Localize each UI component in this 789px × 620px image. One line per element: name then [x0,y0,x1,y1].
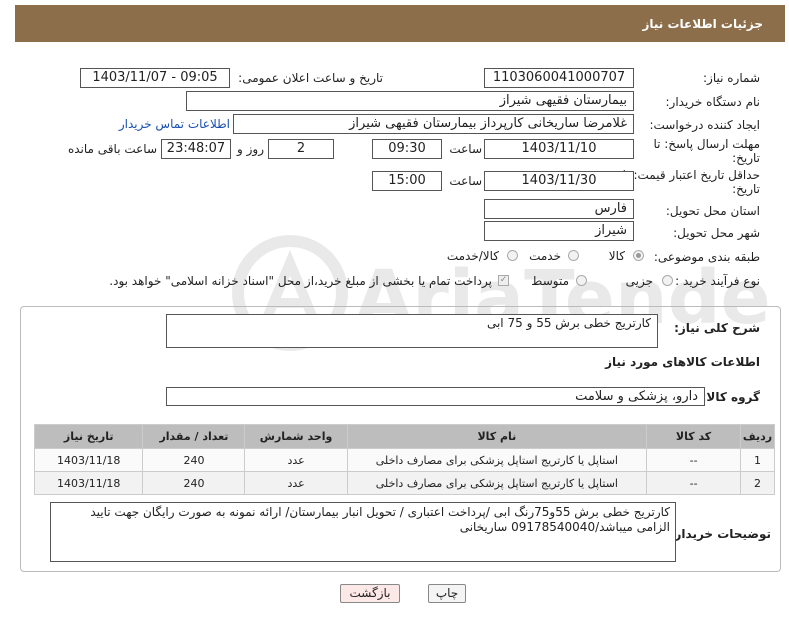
process-radio-medium[interactable] [576,275,587,286]
time-remaining-field: 23:48:07 [161,139,231,159]
cell-quantity: 240 [142,448,246,472]
process-option-minor: جزیی [625,274,653,288]
province-label: استان محل تحویل: [665,204,760,218]
need-number-field: 1103060041000707 [484,68,634,88]
page-header: جزئیات اطلاعات نیاز [15,5,785,42]
creator-label: ایجاد کننده درخواست: [649,118,760,132]
category-radio-service[interactable] [568,250,579,261]
validity-time-label: ساعت [449,174,482,188]
group-label: گروه کالا: [701,390,760,404]
back-button[interactable]: بازگشت [340,584,400,603]
process-label: نوع فرآیند خرید : [675,274,760,288]
city-label: شهر محل تحویل: [673,226,760,240]
buyer-field: بیمارستان فقیهی شیراز [186,91,634,111]
cell-row-number: 1 [740,448,775,472]
cell-name: استاپل یا کارتریج استاپل پزشکی برای مصار… [346,448,648,472]
col-header-code: کد کالا [646,424,742,449]
buyer-label: نام دستگاه خریدار: [665,95,761,109]
validity-time-field: 15:00 [372,171,442,191]
notes-textarea[interactable]: کارتریج خطی برش 55و75رنگ ابی /پرداخت اعت… [50,502,676,562]
cell-code: -- [646,448,742,472]
category-radio-goods[interactable] [633,250,644,261]
announce-label: تاریخ و ساعت اعلان عمومی: [238,71,383,85]
category-option-service: خدمت [529,249,561,263]
cell-unit: عدد [244,471,348,495]
treasury-checkbox[interactable]: ✓ [498,275,509,286]
items-table: ردیف کد کالا نام کالا واحد شمارش تعداد /… [33,424,775,495]
items-section-title: اطلاعات کالاهای مورد نیاز [605,355,760,369]
province-field: فارس [484,199,634,219]
validity-label: حداقل تاریخ اعتبار قیمت: تا [622,168,760,182]
time-remaining-label: ساعت باقی مانده [67,142,157,156]
category-label: طبقه بندی موضوعی: [653,250,760,264]
treasury-note: پرداخت تمام یا بخشی از مبلغ خرید،از محل … [109,274,492,288]
creator-field: غلامرضا ساریخانی کارپرداز بیمارستان فقیه… [233,114,634,134]
cell-quantity: 240 [142,471,246,495]
col-header-quantity: تعداد / مقدار [142,424,246,449]
cell-need-date: 1403/11/18 [33,448,144,472]
cell-name: استاپل یا کارتریج استاپل پزشکی برای مصار… [346,471,648,495]
summary-label: شرح کلی نیاز: [674,321,760,335]
summary-textarea[interactable]: کارتریج خطی برش 55 و 75 ابی [166,314,658,348]
category-radio-goods-service[interactable] [507,250,518,261]
col-header-name: نام کالا [346,424,648,449]
need-number-label: شماره نیاز: [703,71,760,85]
cell-code: -- [646,471,742,495]
validity-date-field: 1403/11/30 [484,171,634,191]
group-field: دارو، پزشکی و سلامت [166,387,705,406]
col-header-row-number: ردیف [740,424,775,449]
table-row[interactable]: 1 -- استاپل یا کارتریج استاپل پزشکی برای… [33,448,775,472]
deadline-date-label: تاریخ: [732,151,760,165]
validity-date-label: تاریخ: [732,182,760,196]
process-radio-minor[interactable] [662,275,673,286]
category-option-goods-service: کالا/خدمت [446,249,499,263]
days-remaining-field: 2 [268,139,334,159]
cell-unit: عدد [244,448,348,472]
table-row[interactable]: 2 -- استاپل یا کارتریج استاپل پزشکی برای… [33,471,775,495]
city-field: شیراز [484,221,634,241]
contact-info-link[interactable]: اطلاعات تماس خریدار [119,117,230,131]
col-header-unit: واحد شمارش [244,424,348,449]
cell-row-number: 2 [740,471,775,495]
table-header-row: ردیف کد کالا نام کالا واحد شمارش تعداد /… [33,424,775,449]
notes-label: توضیحات خریدار: [669,527,771,541]
print-button[interactable]: چاپ [428,584,466,603]
process-option-medium: متوسط [531,274,569,288]
days-label: روز و [237,142,264,156]
col-header-need-date: تاریخ نیاز [33,424,144,449]
deadline-label: مهلت ارسال پاسخ: تا [653,137,760,151]
announce-field: 1403/11/07 - 09:05 [80,68,230,88]
deadline-time-label: ساعت [449,142,482,156]
category-option-goods: کالا [608,249,625,263]
deadline-date-field: 1403/11/10 [484,139,634,159]
page-title: جزئیات اطلاعات نیاز [642,17,763,31]
cell-need-date: 1403/11/18 [33,471,144,495]
deadline-time-field: 09:30 [372,139,442,159]
